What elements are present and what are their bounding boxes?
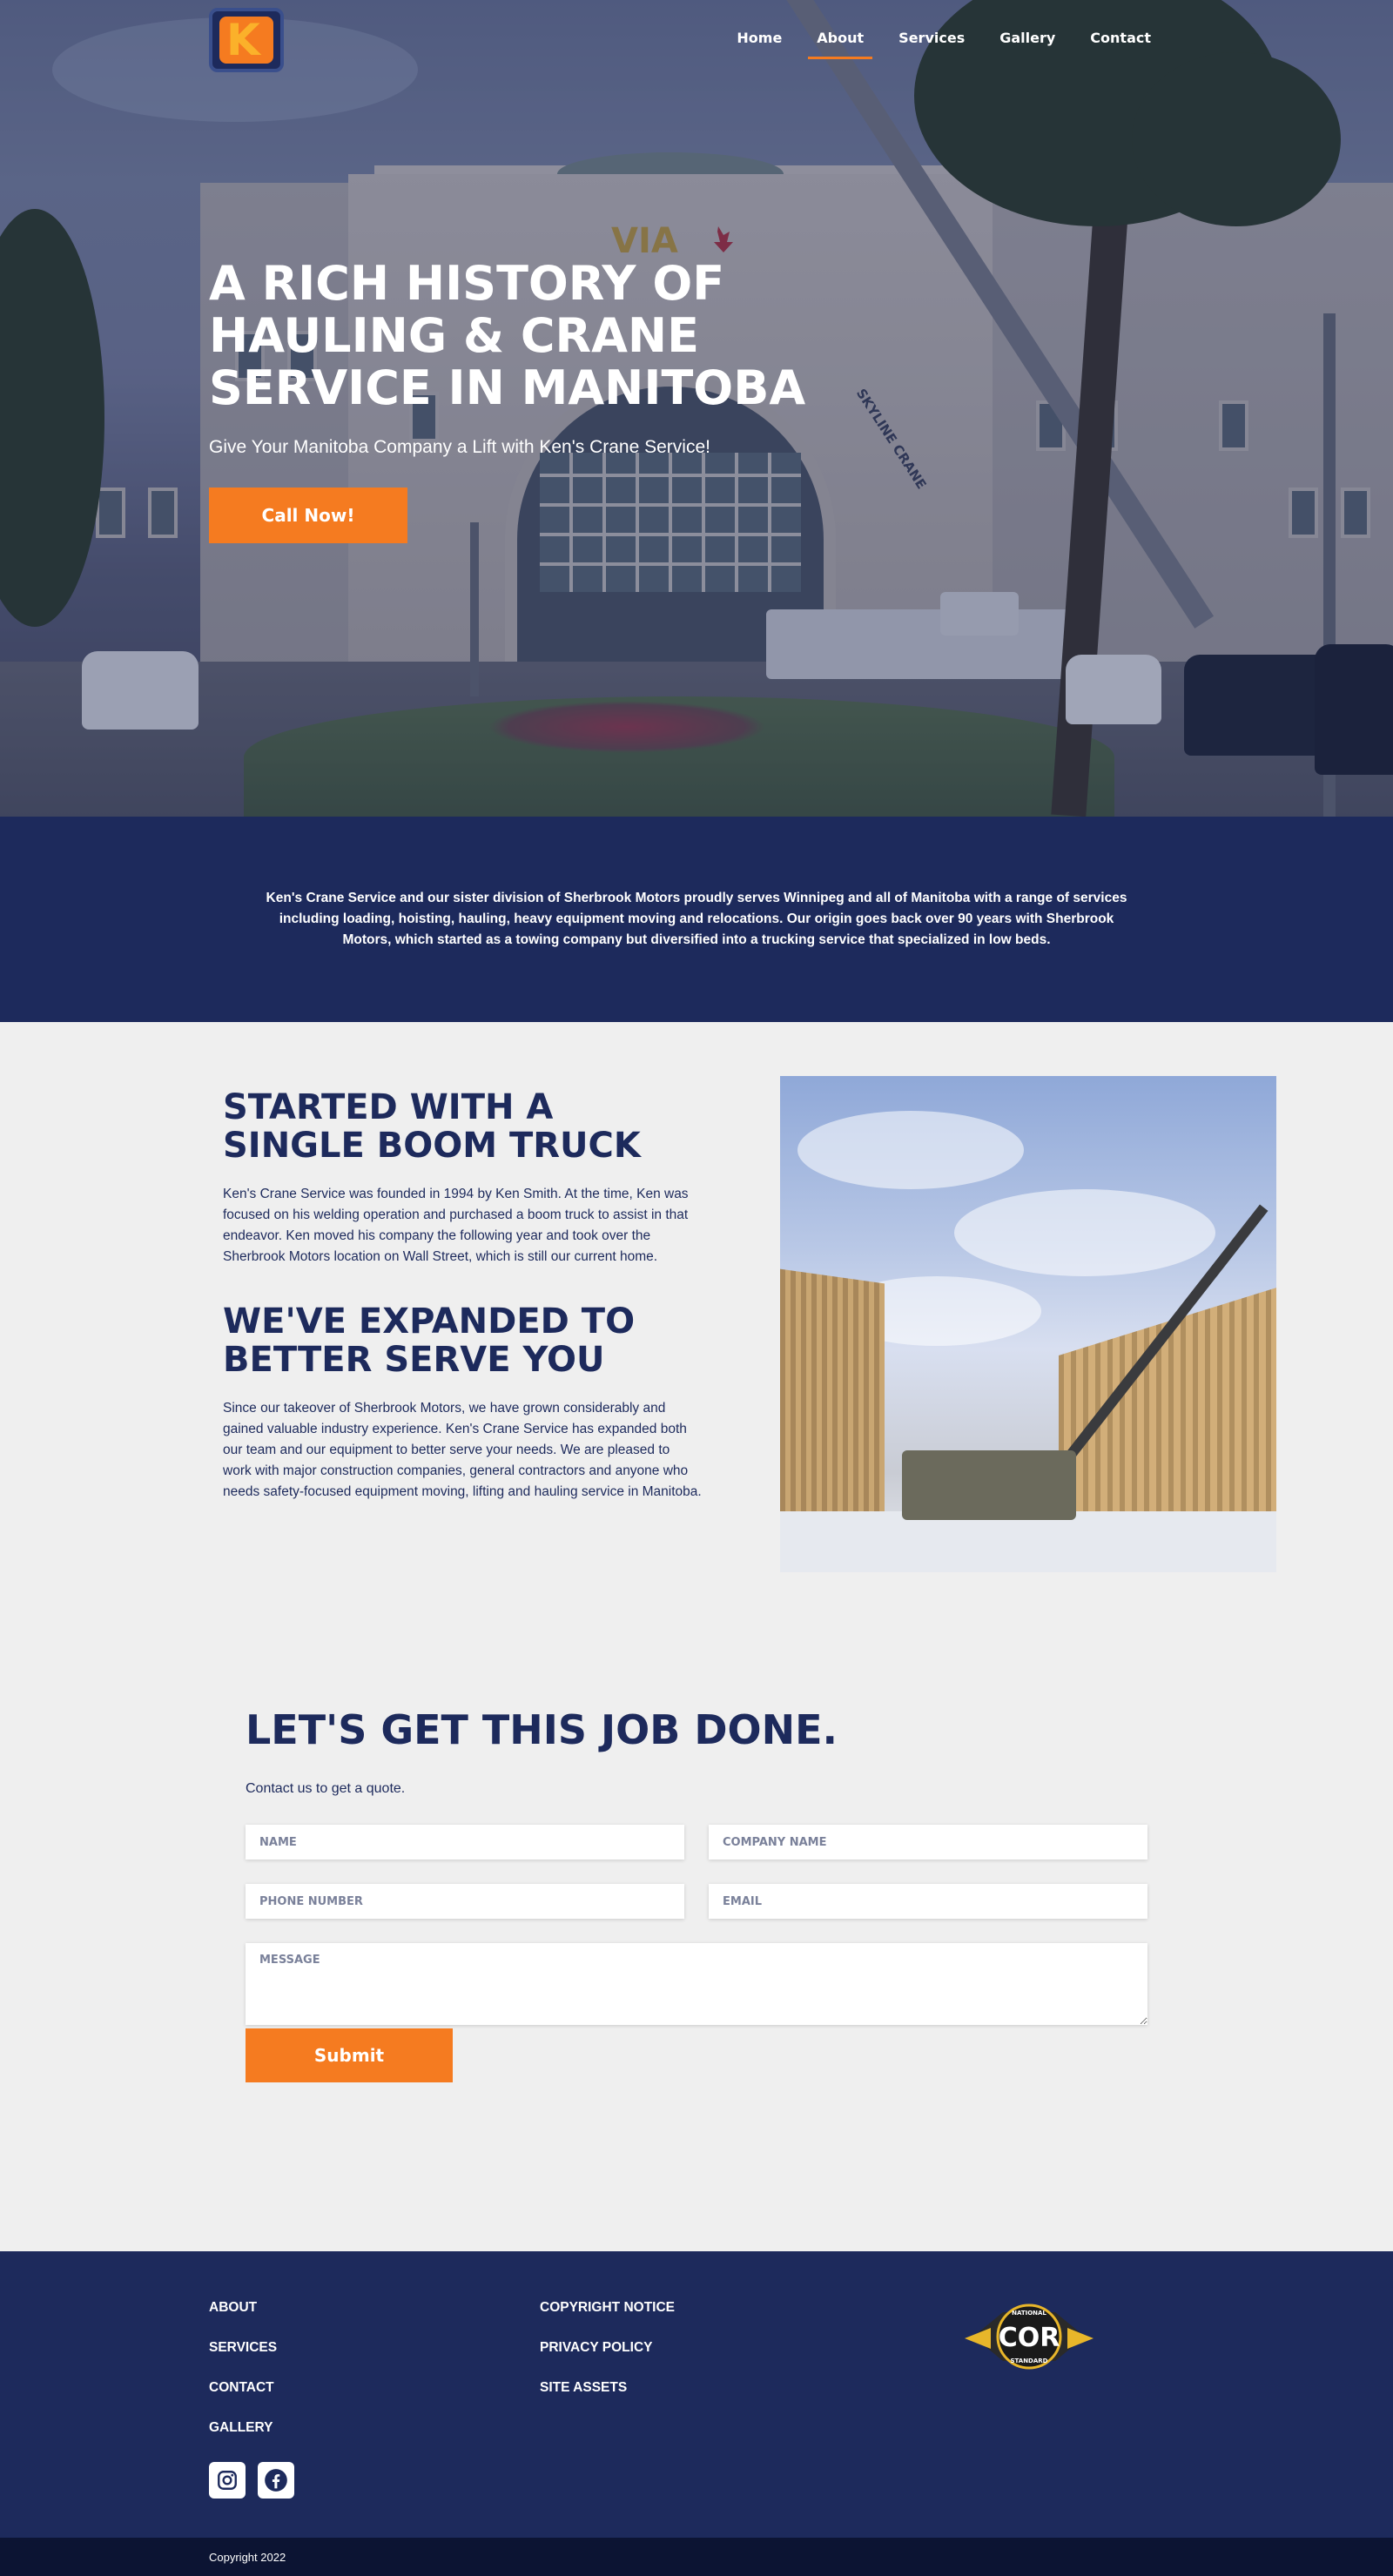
footer-link-services[interactable]: SERVICES xyxy=(209,2340,277,2356)
nav-about[interactable]: About xyxy=(799,30,881,61)
footer-link-site-assets[interactable]: SITE ASSETS xyxy=(540,2380,627,2396)
copyright-text: Copyright 2022 xyxy=(209,2550,286,2564)
svg-text:NATIONAL: NATIONAL xyxy=(1012,2310,1046,2317)
footer-link-privacy-policy[interactable]: PRIVACY POLICY xyxy=(540,2340,652,2356)
company-name-field[interactable] xyxy=(709,1825,1147,1860)
facebook-icon[interactable] xyxy=(258,2462,294,2499)
history-paragraph-founded: Ken's Crane Service was founded in 1994 … xyxy=(223,1187,689,1264)
nav-gallery[interactable]: Gallery xyxy=(982,30,1073,61)
footer-link-contact[interactable]: CONTACT xyxy=(209,2380,274,2396)
site-footer: ABOUT SERVICES CONTACT GALLERY COPYRIGHT… xyxy=(0,2251,1393,2538)
footer-link-gallery[interactable]: GALLERY xyxy=(209,2420,273,2436)
contact-title: LET'S GET THIS JOB DONE. xyxy=(246,1706,838,1753)
call-now-button[interactable]: Call Now! xyxy=(209,488,407,543)
logo-k-icon: K xyxy=(219,17,273,64)
intro-band: Ken's Crane Service and our sister divis… xyxy=(0,817,1393,1022)
svg-text:STANDARD: STANDARD xyxy=(1011,2357,1048,2364)
copyright-bar: Copyright 2022 xyxy=(0,2538,1393,2576)
history-heading-expanded: WE'VE EXPANDED TO BETTER SERVE YOU xyxy=(223,1301,636,1380)
history-paragraph-expanded: Since our takeover of Sherbrook Motors, … xyxy=(223,1401,702,1499)
site-logo[interactable]: K xyxy=(209,8,284,72)
history-text-column: STARTED WITH A SINGLE BOOM TRUCK Ken's C… xyxy=(223,1088,702,1503)
nav-services[interactable]: Services xyxy=(881,30,982,61)
phone-number-field[interactable] xyxy=(246,1884,684,1919)
crane-construction-photo xyxy=(780,1076,1276,1572)
instagram-icon[interactable] xyxy=(209,2462,246,2499)
hero-subtitle: Give Your Manitoba Company a Lift with K… xyxy=(209,437,710,457)
hero-title: A RICH HISTORY OF HAULING & CRANE SERVIC… xyxy=(209,256,806,415)
contact-subtitle: Contact us to get a quote. xyxy=(246,1781,406,1796)
svg-text:COR: COR xyxy=(999,2323,1060,2353)
email-field[interactable] xyxy=(709,1884,1147,1919)
footer-link-about[interactable]: ABOUT xyxy=(209,2300,257,2316)
message-field[interactable] xyxy=(246,1943,1147,2025)
main-navigation: K Home About Services Gallery Contact xyxy=(0,0,1393,80)
name-field[interactable] xyxy=(246,1825,684,1860)
intro-text: Ken's Crane Service and our sister divis… xyxy=(266,891,1127,947)
history-heading-started: STARTED WITH A SINGLE BOOM TRUCK xyxy=(223,1087,641,1166)
nav-links: Home About Services Gallery Contact xyxy=(719,30,1168,61)
nav-home[interactable]: Home xyxy=(719,30,799,61)
hero-content: A RICH HISTORY OF HAULING & CRANE SERVIC… xyxy=(209,258,905,543)
contact-section: LET'S GET THIS JOB DONE. Contact us to g… xyxy=(0,1666,1393,2251)
hero-section: VIA SKYLINE CRANE K Home About Services … xyxy=(0,0,1393,817)
submit-button[interactable]: Submit xyxy=(246,2028,453,2082)
history-section: STARTED WITH A SINGLE BOOM TRUCK Ken's C… xyxy=(0,1022,1393,1666)
cor-badge-logo: NATIONAL COR STANDARD xyxy=(965,2304,1094,2370)
footer-link-copyright-notice[interactable]: COPYRIGHT NOTICE xyxy=(540,2300,675,2316)
nav-contact[interactable]: Contact xyxy=(1073,30,1168,61)
